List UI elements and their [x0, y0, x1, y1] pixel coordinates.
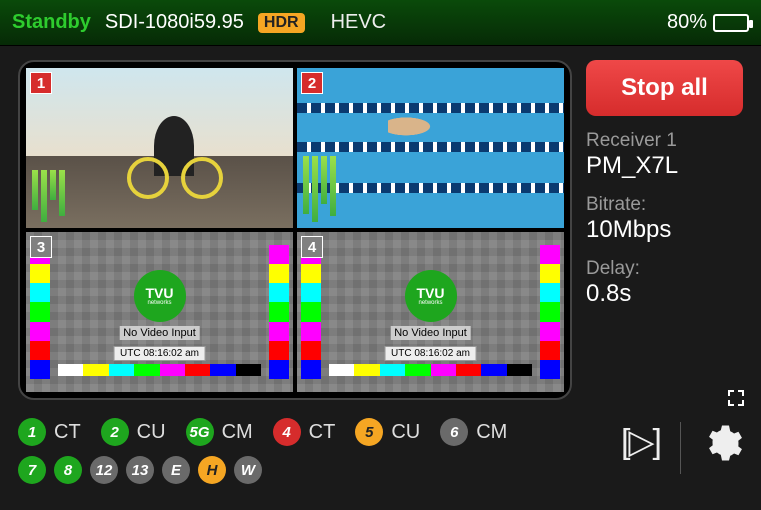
tvu-logo-icon: TVUnetworks — [405, 270, 457, 322]
connection-dot[interactable]: 13 — [126, 456, 154, 484]
connection-label: CM — [222, 421, 253, 444]
test-pattern: TVUnetworks No Video Input UTC 08:16:02 … — [26, 232, 293, 392]
bottom-bar: 1 CT 2 CU 5G CM 4 CT 5 CU 6 CM 78 12 13 EHW [▷] — [0, 410, 761, 510]
delay-value: 0.8s — [586, 280, 743, 308]
header-bar: Standby SDI-1080i59.95 HDR HEVC 80% — [0, 0, 761, 46]
gear-icon[interactable] — [701, 422, 743, 469]
side-panel: Stop all Receiver 1 PM_X7L Bitrate: 10Mb… — [582, 46, 761, 410]
connection-dot[interactable]: 12 — [90, 456, 118, 484]
audio-meter-icon — [303, 156, 336, 222]
connection-dot[interactable]: 1 — [18, 418, 46, 446]
connection-dot[interactable]: 4 — [273, 418, 301, 446]
hdr-badge: HDR — [258, 13, 305, 33]
audio-meter-icon — [32, 170, 65, 222]
codec-label: HEVC — [331, 11, 387, 34]
connection-dot[interactable]: E — [162, 456, 190, 484]
utc-timestamp: UTC 08:16:02 am — [113, 346, 206, 361]
preview-cell-1[interactable]: 1 — [26, 68, 293, 228]
multiview-grid[interactable]: 1 2 3 — [18, 60, 572, 400]
utc-timestamp: UTC 08:16:02 am — [384, 346, 477, 361]
bitrate-label: Bitrate: — [586, 194, 743, 216]
connection-dot[interactable]: 6 — [440, 418, 468, 446]
connection-dot[interactable]: 5 — [355, 418, 383, 446]
connection-label: CU — [391, 421, 420, 444]
delay-info: Delay: 0.8s — [586, 258, 743, 308]
connection-dot[interactable]: 7 — [18, 456, 46, 484]
connection-dot[interactable]: H — [198, 456, 226, 484]
stop-all-button[interactable]: Stop all — [586, 60, 743, 116]
no-video-label: No Video Input — [119, 326, 200, 340]
connection-label: CM — [476, 421, 507, 444]
preview-cell-4[interactable]: 4 TVUnetworks No Video Input UTC 08:16:0… — [297, 232, 564, 392]
battery-indicator: 80% — [667, 11, 749, 34]
cell-number-badge: 4 — [301, 236, 323, 258]
connection-dot[interactable]: W — [234, 456, 262, 484]
bitrate-info: Bitrate: 10Mbps — [586, 194, 743, 244]
cell-number-badge: 3 — [30, 236, 52, 258]
receiver-info: Receiver 1 PM_X7L — [586, 130, 743, 180]
connection-indicators: 1 CT 2 CU 5G CM 4 CT 5 CU 6 CM 78 12 13 EHW — [18, 418, 621, 510]
expand-icon[interactable] — [727, 389, 745, 412]
connection-dot[interactable]: 5G — [186, 418, 214, 446]
video-thumbnail — [26, 68, 293, 228]
test-pattern: TVUnetworks No Video Input UTC 08:16:02 … — [297, 232, 564, 392]
no-video-label: No Video Input — [390, 326, 471, 340]
divider — [680, 422, 681, 474]
battery-icon — [713, 14, 749, 32]
connection-dot[interactable]: 8 — [54, 456, 82, 484]
playback-icon[interactable]: [▷] — [621, 422, 660, 462]
connection-dot[interactable]: 2 — [101, 418, 129, 446]
cell-number-badge: 1 — [30, 72, 52, 94]
video-thumbnail — [297, 68, 564, 228]
receiver-label: Receiver 1 — [586, 130, 743, 152]
delay-label: Delay: — [586, 258, 743, 280]
connection-label: CT — [54, 421, 81, 444]
battery-percent: 80% — [667, 11, 707, 34]
preview-cell-2[interactable]: 2 — [297, 68, 564, 228]
bitrate-value: 10Mbps — [586, 216, 743, 244]
tvu-logo-icon: TVUnetworks — [134, 270, 186, 322]
status-label: Standby — [12, 11, 91, 34]
connection-label: CT — [309, 421, 336, 444]
video-format: SDI-1080i59.95 — [105, 11, 244, 34]
cell-number-badge: 2 — [301, 72, 323, 94]
preview-cell-3[interactable]: 3 TVUnetworks No Video Input UTC 08:16:0… — [26, 232, 293, 392]
receiver-value: PM_X7L — [586, 152, 743, 180]
connection-label: CU — [137, 421, 166, 444]
